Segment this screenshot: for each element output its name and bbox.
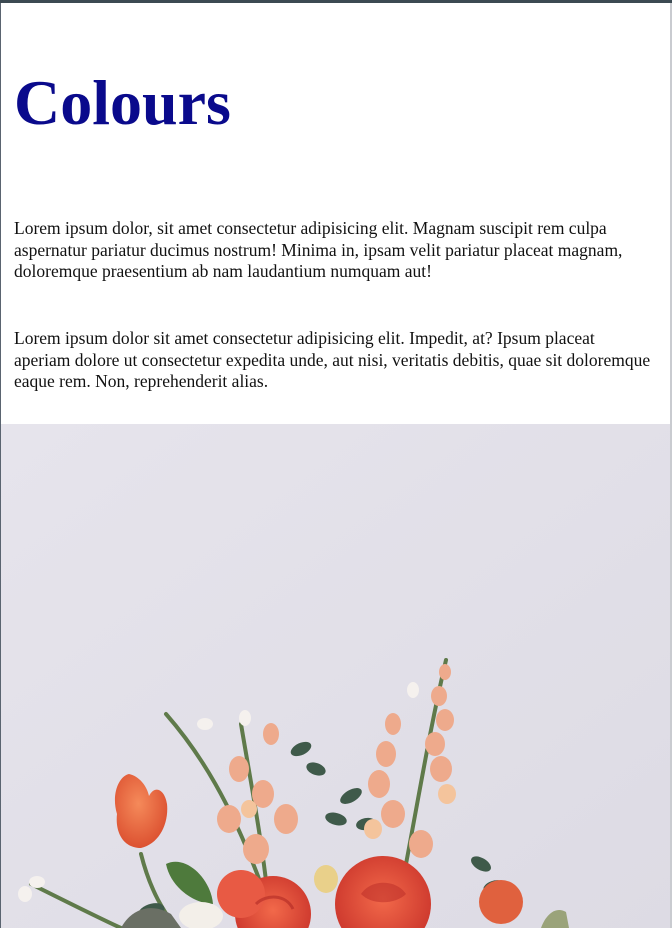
window-top-edge	[0, 0, 672, 3]
paragraph-1: Lorem ipsum dolor, sit amet consectetur …	[14, 218, 623, 281]
page-title: Colours	[14, 67, 231, 138]
paragraph-2: Lorem ipsum dolor sit amet consectetur a…	[14, 328, 651, 391]
flower-bouquet-image	[1, 424, 670, 928]
